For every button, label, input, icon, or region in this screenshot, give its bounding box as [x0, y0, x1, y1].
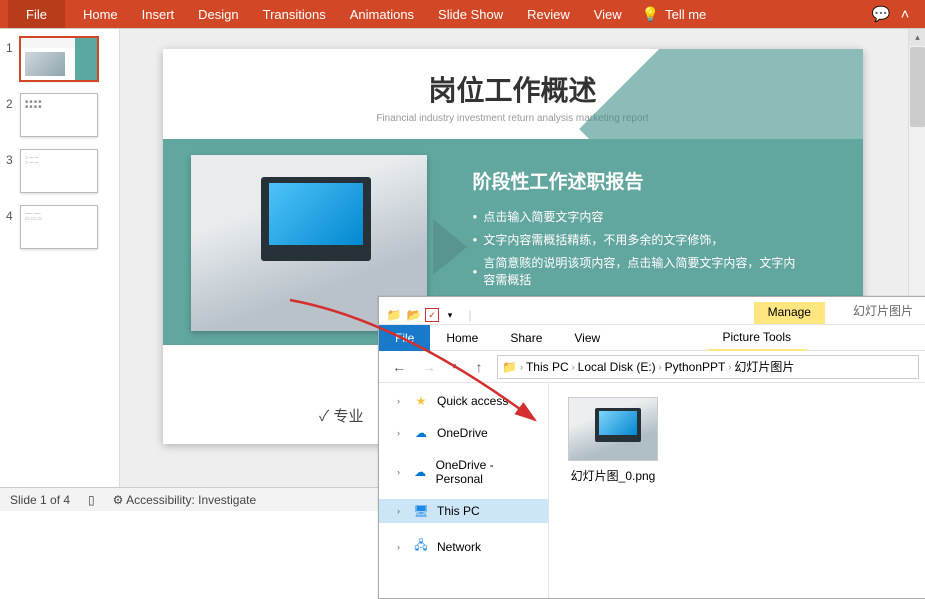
tell-me-search[interactable]: 💡 Tell me — [642, 6, 707, 23]
file-explorer-window: 📁 📂 ✓ ▾ | Manage 幻灯片图片 File Home Share V… — [378, 296, 925, 599]
breadcrumb-item[interactable]: This PC — [526, 360, 569, 374]
section-heading: 阶段性工作述职报告 — [473, 167, 803, 194]
language-indicator[interactable]: ▯ — [88, 493, 95, 507]
footer-word: 专业 — [319, 405, 363, 426]
explorer-titlebar: 📁 📂 ✓ ▾ | Manage 幻灯片图片 — [379, 297, 925, 325]
tab-home[interactable]: Home — [71, 0, 130, 28]
ribbon-collapse-icon[interactable]: ˄ — [893, 6, 917, 23]
monitor-icon: 🖥 — [413, 504, 429, 518]
slide-counter: Slide 1 of 4 — [10, 493, 70, 507]
manage-tab[interactable]: Manage — [754, 302, 825, 324]
tab-file[interactable]: File — [8, 0, 65, 28]
scroll-up-icon[interactable]: ▴ — [909, 29, 925, 46]
lightbulb-icon: 💡 — [642, 6, 659, 23]
nav-back-button[interactable]: ← — [387, 355, 411, 379]
quick-access-toolbar: 📁 📂 ✓ ▾ | — [379, 306, 485, 324]
file-name-label: 幻灯片图_0.png — [563, 467, 663, 484]
nav-forward-button[interactable]: → — [417, 355, 441, 379]
explorer-view-menu[interactable]: View — [558, 325, 616, 351]
slide-thumbnail-4[interactable]: ── ──▭ ▭ ▭ — [20, 205, 98, 249]
tab-insert[interactable]: Insert — [130, 0, 187, 28]
qat-dropdown-icon[interactable]: ▾ — [441, 306, 459, 324]
thumb-number: 3 — [6, 149, 20, 167]
tab-transitions[interactable]: Transitions — [251, 0, 338, 28]
ppt-ribbon: File Home Insert Design Transitions Anim… — [0, 0, 925, 28]
explorer-nav-pane: › ★ Quick access › ☁ OneDrive › ☁ OneDri… — [379, 383, 549, 598]
breadcrumb-item[interactable]: 幻灯片图片 — [734, 358, 794, 375]
explorer-body: › ★ Quick access › ☁ OneDrive › ☁ OneDri… — [379, 383, 925, 598]
folder-open-icon[interactable]: 📂 — [405, 306, 423, 324]
slide-text-block: 阶段性工作述职报告 点击输入简要文字内容 文字内容需概括精练，不用多余的文字修饰… — [473, 167, 803, 317]
file-item[interactable]: 幻灯片图_0.png — [563, 397, 663, 484]
thumb-number: 1 — [6, 37, 20, 55]
nav-up-button[interactable]: ↑ — [467, 355, 491, 379]
chevron-right-icon: › — [397, 506, 405, 516]
breadcrumb-item[interactable]: PythonPPT — [665, 360, 726, 374]
cloud-icon: ☁ — [413, 465, 428, 479]
breadcrumb-item[interactable]: Local Disk (E:) — [578, 360, 656, 374]
explorer-file-menu[interactable]: File — [379, 325, 430, 351]
star-icon: ★ — [413, 394, 429, 408]
nav-network[interactable]: › 🖧 Network — [379, 531, 548, 562]
thumb-number: 2 — [6, 93, 20, 111]
comments-icon[interactable]: 💬 — [869, 5, 893, 23]
thumb-number: 4 — [6, 205, 20, 223]
nav-label: This PC — [437, 504, 480, 518]
tab-slideshow[interactable]: Slide Show — [426, 0, 515, 28]
explorer-menubar: File Home Share View Picture Tools — [379, 325, 925, 351]
accessibility-status[interactable]: Accessibility: Investigate — [113, 493, 257, 507]
explorer-share-menu[interactable]: Share — [494, 325, 558, 351]
tab-design[interactable]: Design — [186, 0, 250, 28]
chevron-right-icon: › — [397, 428, 405, 438]
nav-onedrive[interactable]: › ☁ OneDrive — [379, 421, 548, 445]
explorer-address-row: ← → ▾ ↑ 📁 › This PC › Local Disk (E:) › … — [379, 351, 925, 383]
slide-thumbnail-3[interactable]: ○ ─ ─○ ─ ─ — [20, 149, 98, 193]
nav-onedrive-personal[interactable]: › ☁ OneDrive - Personal — [379, 453, 548, 491]
nav-history-dropdown[interactable]: ▾ — [447, 355, 461, 379]
tab-review[interactable]: Review — [515, 0, 582, 28]
chevron-right-icon: › — [659, 362, 662, 372]
checkbox-icon[interactable]: ✓ — [425, 308, 439, 322]
nav-label: Quick access — [437, 394, 508, 408]
folder-icon[interactable]: 📁 — [385, 306, 403, 324]
scrollbar-thumb[interactable] — [910, 47, 925, 127]
nav-label: OneDrive — [437, 426, 488, 440]
slide-thumbnail-1[interactable] — [20, 37, 98, 81]
chevron-right-icon: › — [397, 396, 405, 406]
divider: | — [461, 306, 479, 324]
network-icon: 🖧 — [413, 536, 429, 557]
slide-thumbnails-panel: 1 2 ■ ■ ■ ■■ ■ ■ ■ 3 ○ ─ ─○ ─ ─ 4 ── ──▭… — [0, 29, 120, 487]
slide-thumbnail-2[interactable]: ■ ■ ■ ■■ ■ ■ ■ — [20, 93, 98, 137]
picture-tools-tab[interactable]: Picture Tools — [707, 325, 807, 351]
folder-icon: 📁 — [502, 360, 517, 374]
nav-this-pc[interactable]: › 🖥 This PC — [379, 499, 548, 523]
bullet-item: 言简意赅的说明该项内容，点击输入简要文字内容，文字内容需概括 — [473, 254, 803, 288]
bullet-item: 文字内容需概括精练，不用多余的文字修饰， — [473, 231, 803, 248]
nav-label: Network — [437, 540, 481, 554]
chevron-right-icon: › — [572, 362, 575, 372]
nav-quick-access[interactable]: › ★ Quick access — [379, 389, 548, 413]
tab-view[interactable]: View — [582, 0, 634, 28]
explorer-window-title: 幻灯片图片 — [825, 299, 925, 324]
tell-me-label: Tell me — [665, 7, 706, 22]
explorer-home-menu[interactable]: Home — [430, 325, 494, 351]
chevron-right-icon: › — [397, 542, 405, 552]
chevron-right-icon: › — [728, 362, 731, 372]
tab-animations[interactable]: Animations — [338, 0, 426, 28]
bullet-item: 点击输入简要文字内容 — [473, 208, 803, 225]
chevron-right-icon: › — [520, 362, 523, 372]
explorer-file-list[interactable]: 幻灯片图_0.png — [549, 383, 925, 598]
chevron-right-icon: › — [397, 467, 405, 477]
file-thumbnail — [568, 397, 658, 461]
address-bar[interactable]: 📁 › This PC › Local Disk (E:) › PythonPP… — [497, 355, 919, 379]
cloud-icon: ☁ — [413, 426, 429, 440]
arrow-shape — [433, 219, 467, 275]
nav-label: OneDrive - Personal — [436, 458, 538, 486]
